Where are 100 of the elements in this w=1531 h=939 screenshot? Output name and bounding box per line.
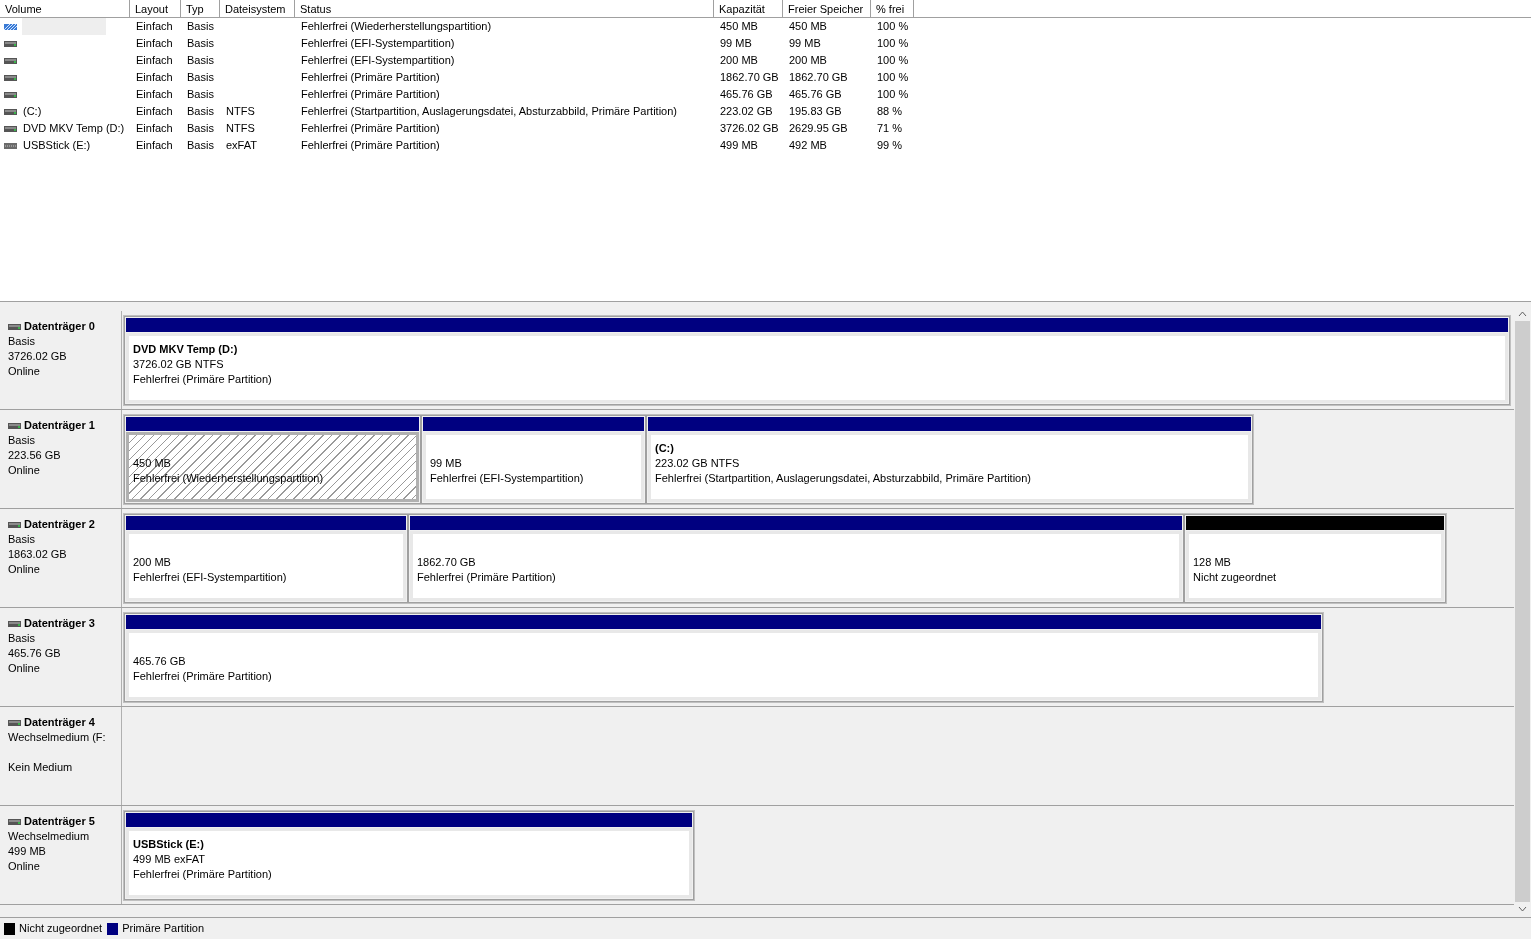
table-cell-text: Fehlerfrei (EFI-Systempartition) bbox=[300, 36, 455, 52]
legend-label: Nicht zugeordnet bbox=[19, 921, 103, 937]
disk-name: Datenträger 4 bbox=[24, 715, 95, 730]
table-cell-text: Fehlerfrei (Primäre Partition) bbox=[300, 87, 440, 103]
legend-label: Primäre Partition bbox=[122, 921, 205, 937]
scroll-up-icon[interactable] bbox=[1518, 311, 1527, 317]
disk-type: Basis bbox=[8, 433, 36, 448]
drive-icon bbox=[4, 40, 17, 47]
disk-size: 499 MB bbox=[8, 844, 47, 859]
table-cell-text: 200 MB bbox=[788, 53, 827, 69]
partition-size: 450 MB bbox=[133, 456, 172, 471]
drive-icon bbox=[8, 521, 21, 528]
table-cell-text: 450 MB bbox=[719, 19, 758, 35]
partition-block[interactable]: 450 MB Fehlerfrei (Wiederherstellungspartition) bbox=[124, 415, 421, 504]
drive-icon bbox=[8, 719, 21, 726]
table-cell-text: Fehlerfrei (Primäre Partition) bbox=[300, 70, 440, 86]
hatched-drive-icon bbox=[4, 23, 17, 30]
drive-icon bbox=[8, 818, 21, 825]
table-cell-text: 195.83 GB bbox=[788, 104, 842, 120]
partition-block[interactable]: 465.76 GB Fehlerfrei (Primäre Partition) bbox=[124, 613, 1323, 702]
partition-status: Fehlerfrei (Primäre Partition) bbox=[133, 867, 273, 882]
table-cell-text: 1862.70 GB bbox=[719, 70, 779, 86]
disk-type: Wechselmedium bbox=[8, 829, 91, 844]
partition-block[interactable]: 99 MB Fehlerfrei (EFI-Systempartition) bbox=[421, 415, 646, 504]
drive-volume-label[interactable]: USBStick (E:) bbox=[22, 137, 92, 154]
partition-status: Fehlerfrei (Primäre Partition) bbox=[133, 372, 273, 387]
drive-volume-label[interactable]: DVD MKV Temp (D:) bbox=[22, 120, 126, 137]
column-header[interactable]: Dateisystem bbox=[220, 0, 295, 17]
disk-name: Datenträger 5 bbox=[24, 814, 95, 829]
partition-name: USBStick (E:) bbox=[133, 837, 205, 852]
table-cell-text: Einfach bbox=[135, 121, 173, 137]
table-cell-text: 99 MB bbox=[719, 36, 752, 52]
partition-status: Fehlerfrei (EFI-Systempartition) bbox=[430, 471, 585, 486]
table-cell-text: Fehlerfrei (Primäre Partition) bbox=[300, 121, 440, 137]
table-cell-text: 450 MB bbox=[788, 19, 827, 35]
table-cell-text: 3726.02 GB bbox=[719, 121, 779, 137]
partition-block[interactable]: 1862.70 GB Fehlerfrei (Primäre Partition) bbox=[408, 514, 1184, 603]
partition-size: 3726.02 GB NTFS bbox=[133, 357, 225, 372]
column-header[interactable]: Kapazität bbox=[714, 0, 783, 17]
column-header[interactable]: Typ bbox=[181, 0, 220, 17]
disk-size: 1863.02 GB bbox=[8, 547, 68, 562]
table-cell-text: Fehlerfrei (Primäre Partition) bbox=[300, 138, 440, 154]
table-cell-text: exFAT bbox=[225, 138, 257, 154]
disk-size: 3726.02 GB bbox=[8, 349, 68, 364]
partition-status: Fehlerfrei (Wiederherstellungspartition) bbox=[133, 471, 325, 486]
partition-status: Fehlerfrei (EFI-Systempartition) bbox=[133, 570, 288, 585]
table-cell-text: 100 % bbox=[876, 87, 909, 103]
drive-icon bbox=[4, 125, 17, 132]
partition-size: 1862.70 GB bbox=[417, 555, 477, 570]
table-cell-text: Basis bbox=[186, 19, 214, 35]
disk-name: Datenträger 3 bbox=[24, 616, 95, 631]
column-header[interactable]: % frei bbox=[871, 0, 914, 17]
table-cell-text: 71 % bbox=[876, 121, 903, 137]
table-cell-text: 1862.70 GB bbox=[788, 70, 848, 86]
partition-status: Nicht zugeordnet bbox=[1193, 570, 1278, 585]
partition-size: 465.76 GB bbox=[133, 654, 187, 669]
table-cell-text: Einfach bbox=[135, 70, 173, 86]
table-cell-text: Basis bbox=[186, 138, 214, 154]
column-header[interactable]: Freier Speicher bbox=[783, 0, 871, 17]
partition-block[interactable]: (C:) 223.02 GB NTFS Fehlerfrei (Startpartition, Auslagerungsdatei, Absturzabbild, Primäre Partition) bbox=[646, 415, 1253, 504]
table-cell-text: 88 % bbox=[876, 104, 903, 120]
disk-name: Datenträger 1 bbox=[24, 418, 95, 433]
disk-type: Basis bbox=[8, 334, 36, 349]
disk-type: Basis bbox=[8, 532, 36, 547]
disk-name: Datenträger 0 bbox=[24, 319, 95, 334]
column-header[interactable]: Volume bbox=[0, 0, 130, 17]
table-cell-text: Einfach bbox=[135, 138, 173, 154]
disk-type: Basis bbox=[8, 631, 36, 646]
drive-volume-label[interactable]: (C:) bbox=[22, 103, 43, 120]
disk-size: 465.76 GB bbox=[8, 646, 62, 661]
drive-icon bbox=[4, 108, 17, 115]
partition-size: 499 MB exFAT bbox=[133, 852, 206, 867]
partition-name: (C:) bbox=[655, 441, 675, 456]
vertical-scrollbar[interactable] bbox=[1514, 306, 1531, 917]
scrollbar-thumb[interactable] bbox=[1515, 321, 1530, 902]
table-cell-text: 99 % bbox=[876, 138, 903, 154]
column-header[interactable]: Layout bbox=[130, 0, 181, 17]
table-cell-text: Basis bbox=[186, 104, 214, 120]
table-cell-text: Einfach bbox=[135, 36, 173, 52]
partition-block[interactable]: 128 MB Nicht zugeordnet bbox=[1184, 514, 1446, 603]
drive-icon bbox=[4, 91, 17, 98]
table-cell-text: Basis bbox=[186, 53, 214, 69]
partition-status: Fehlerfrei (Startpartition, Auslagerungsdatei, Absturzabbild, Primäre Partition) bbox=[655, 471, 1032, 486]
partition-block[interactable]: DVD MKV Temp (D:) 3726.02 GB NTFS Fehlerfrei (Primäre Partition) bbox=[124, 316, 1510, 405]
partition-name: DVD MKV Temp (D:) bbox=[133, 342, 239, 357]
disk-name: Datenträger 2 bbox=[24, 517, 95, 532]
partition-block[interactable]: 200 MB Fehlerfrei (EFI-Systempartition) bbox=[124, 514, 408, 603]
disk-status: Online bbox=[8, 463, 41, 478]
column-header[interactable]: Status bbox=[295, 0, 714, 17]
drive-icon bbox=[4, 57, 17, 64]
partition-block[interactable]: USBStick (E:) 499 MB exFAT Fehlerfrei (Primäre Partition) bbox=[124, 811, 694, 900]
scroll-down-icon[interactable] bbox=[1518, 906, 1527, 912]
drive-icon bbox=[8, 422, 21, 429]
table-cell-text: Einfach bbox=[135, 53, 173, 69]
partition-status: Fehlerfrei (Primäre Partition) bbox=[417, 570, 557, 585]
table-cell-text: 99 MB bbox=[788, 36, 821, 52]
table-cell-text: 100 % bbox=[876, 70, 909, 86]
table-cell-text: Basis bbox=[186, 87, 214, 103]
selection-highlight[interactable] bbox=[22, 18, 106, 35]
table-cell-text: Fehlerfrei (EFI-Systempartition) bbox=[300, 53, 455, 69]
